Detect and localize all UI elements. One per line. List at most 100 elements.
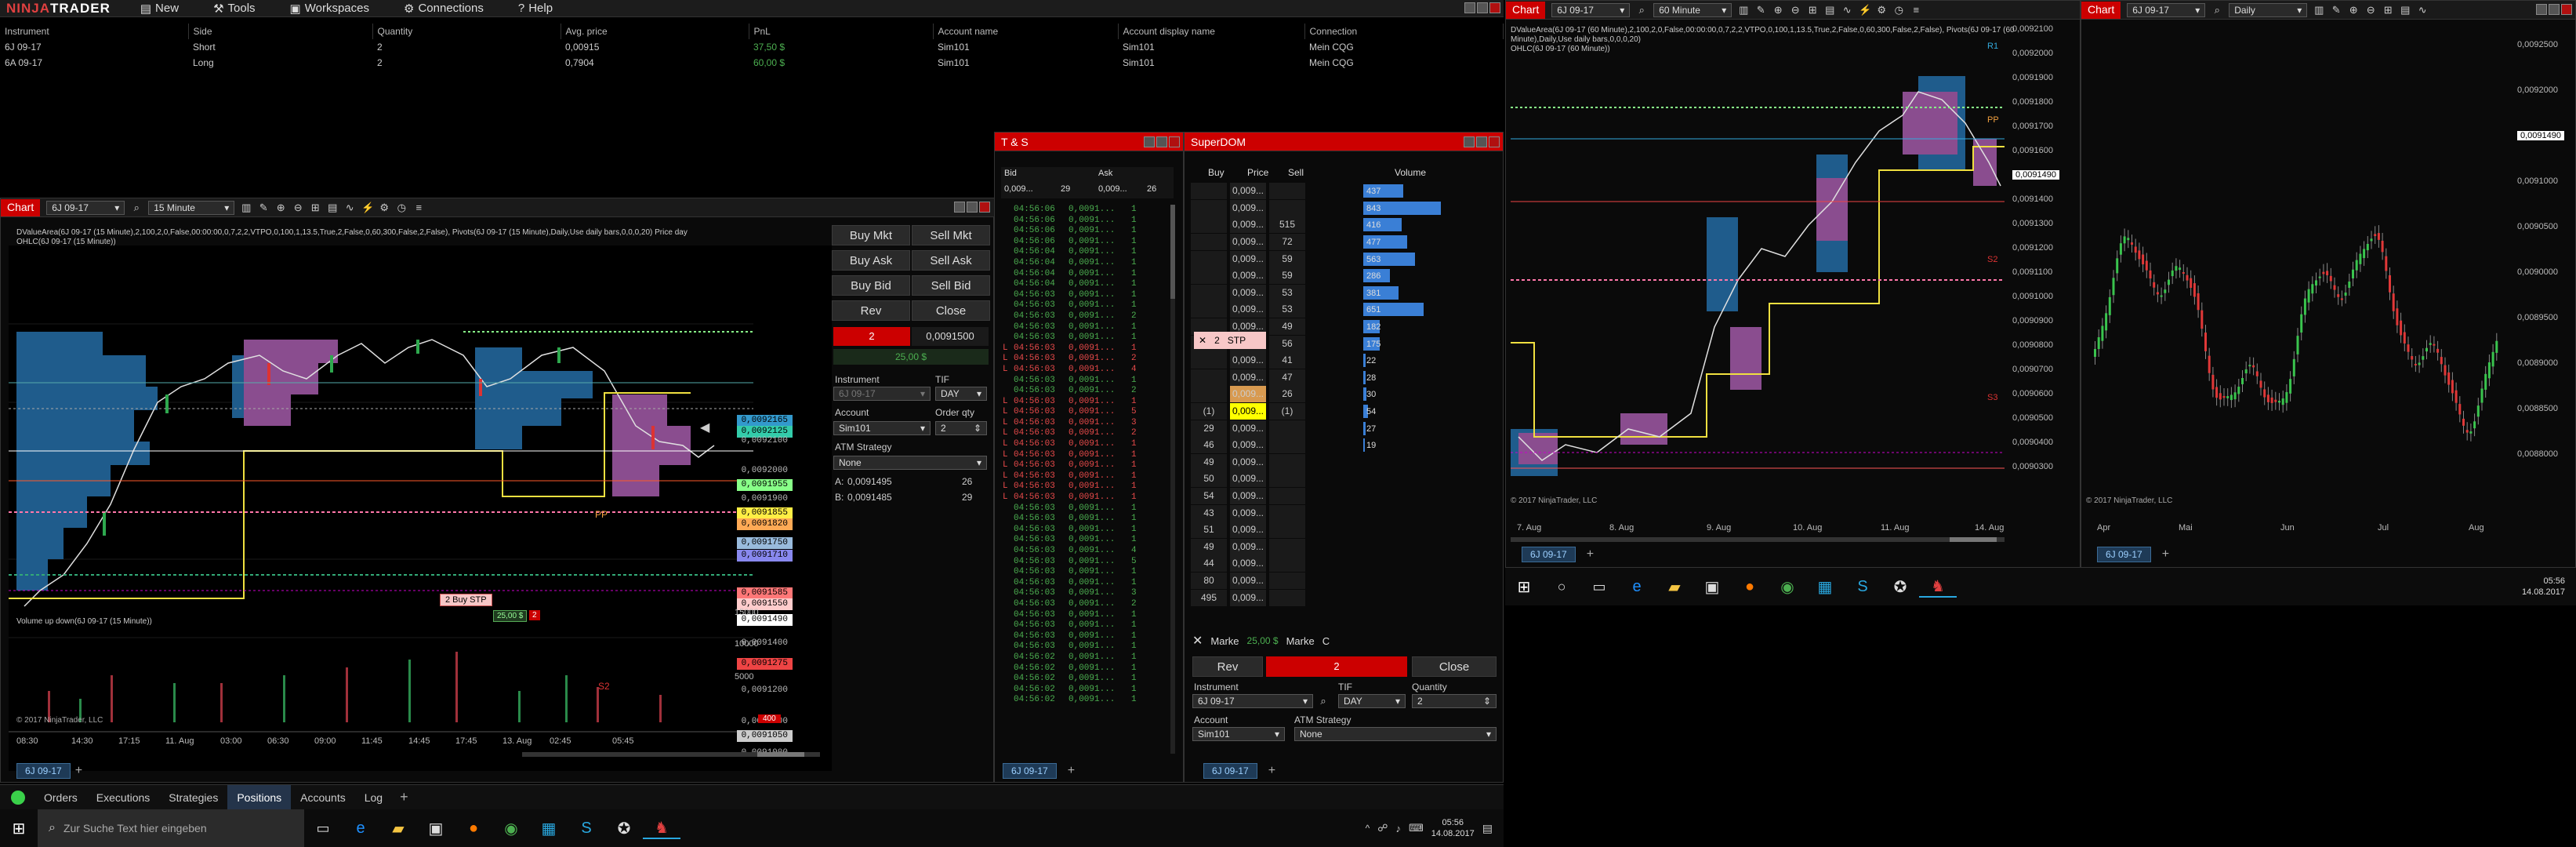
app-icon[interactable]: ✪ (1881, 577, 1919, 597)
horizontal-scrollbar[interactable] (1511, 537, 2005, 542)
data-box-icon[interactable]: ▤ (1824, 4, 1835, 16)
search-icon[interactable]: ○ (1543, 579, 1580, 595)
dom-row[interactable]: 29 0,009... 27 (1191, 420, 1497, 437)
menu-new[interactable]: ▤ New (123, 2, 196, 16)
remote-desktop-icon[interactable]: ▦ (1806, 577, 1844, 597)
bars-icon[interactable]: ▥ (241, 202, 252, 213)
add-tab-icon[interactable]: + (1068, 764, 1075, 778)
crosshair-icon[interactable]: ⊞ (2382, 4, 2393, 16)
sell-bid-button[interactable]: Sell Bid (912, 275, 990, 296)
bars-icon[interactable]: ▥ (1738, 4, 1749, 16)
tab-strategies[interactable]: Strategies (159, 785, 227, 809)
dom-row[interactable]: 51 0,009... (1191, 522, 1497, 539)
search-icon[interactable]: ⌕ (1318, 696, 1329, 707)
buy-bid-button[interactable]: Buy Bid (832, 275, 910, 296)
instrument-selector[interactable]: 6J 09-17 ▾ (46, 200, 125, 215)
indicators-icon[interactable]: ∿ (1841, 4, 1852, 16)
tif-select[interactable]: DAY ▾ (1338, 694, 1406, 708)
dom-row[interactable]: 49 0,009... (1191, 538, 1497, 555)
dom-row[interactable]: 0,009... 53 651 (1191, 301, 1497, 318)
strategies-icon[interactable]: ⚡ (361, 202, 374, 213)
clock[interactable]: 05:56 14.08.2017 (2522, 576, 2576, 598)
maximize-button[interactable] (1156, 136, 1167, 147)
add-tab-icon[interactable]: + (75, 764, 82, 778)
edge-icon[interactable]: e (1618, 578, 1656, 596)
maximize-button[interactable] (1476, 136, 1487, 147)
minimize-button[interactable] (1144, 136, 1155, 147)
instrument-selector[interactable]: 6J 09-17 ▾ (1551, 2, 1631, 17)
buy-market-button[interactable]: Buy Mkt (832, 225, 910, 245)
price-chart-canvas[interactable] (1511, 45, 2005, 515)
col-pnl[interactable]: PnL (749, 24, 934, 39)
close-position-button[interactable]: Close (1412, 656, 1497, 677)
draw-icon[interactable]: ✎ (2331, 4, 2342, 16)
store-icon[interactable]: ▣ (1693, 577, 1731, 597)
table-row[interactable]: 6A 09-17 Long 2 0,7904 60,00 $ Sim101 Sim101 M… (0, 55, 1504, 71)
tab-log[interactable]: Log (355, 785, 392, 809)
zoom-in-icon[interactable]: ⊕ (2348, 4, 2359, 16)
volume-icon[interactable]: ♪ (1395, 823, 1401, 834)
draw-icon[interactable]: ✎ (1755, 4, 1766, 16)
add-tab-icon[interactable]: + (400, 789, 408, 805)
atm-strategy-select[interactable]: None ▾ (833, 456, 987, 470)
data-box-icon[interactable]: ▤ (2400, 4, 2411, 16)
instrument-tab[interactable]: 6J 09-17 (2097, 547, 2151, 562)
instrument-select[interactable]: 6J 09-17 ▾ (833, 387, 931, 401)
cancel-order-icon[interactable]: ✕ (1199, 335, 1206, 346)
dom-row[interactable]: 0,009... 47 28 (1191, 369, 1497, 387)
dom-row[interactable]: 495 0,009... (1191, 589, 1497, 606)
col-account-display-name[interactable]: Account display name (1118, 24, 1305, 39)
dom-row[interactable]: 0,009... 843 (1191, 199, 1497, 217)
account-select[interactable]: Sim101 ▾ (833, 421, 931, 435)
app-icon[interactable]: ✪ (605, 819, 643, 838)
list-icon[interactable]: ≡ (413, 202, 424, 213)
dom-row[interactable]: 49 0,009... (1191, 453, 1497, 471)
remote-desktop-icon[interactable]: ▦ (530, 819, 568, 838)
zoom-out-icon[interactable]: ⊖ (2365, 4, 2376, 16)
chart-tab[interactable]: Chart (1, 198, 41, 216)
tab-executions[interactable]: Executions (87, 785, 159, 809)
crosshair-icon[interactable]: ⊞ (310, 202, 321, 213)
zoom-in-icon[interactable]: ⊕ (275, 202, 286, 213)
interval-selector[interactable]: 15 Minute ▾ (148, 200, 235, 215)
tray-chevron-icon[interactable]: ^ (1366, 823, 1370, 834)
zoom-out-icon[interactable]: ⊖ (292, 202, 303, 213)
ninjatrader-icon[interactable]: ♞ (643, 818, 680, 839)
chart-tab[interactable]: Chart (1506, 1, 1546, 19)
close-button[interactable] (1169, 136, 1180, 147)
task-view-icon[interactable]: ▭ (304, 820, 342, 837)
horizontal-scrollbar[interactable] (522, 752, 820, 757)
tab-accounts[interactable]: Accounts (291, 785, 355, 809)
search-icon[interactable]: ⌕ (1636, 4, 1647, 16)
tab-orders[interactable]: Orders (34, 785, 87, 809)
buy-ask-button[interactable]: Buy Ask (832, 250, 910, 271)
col-instrument[interactable]: Instrument (0, 24, 189, 39)
price-chart-canvas[interactable] (2086, 27, 2509, 506)
close-icon[interactable]: ✕ (1192, 633, 1203, 649)
minimize-button[interactable] (1464, 136, 1475, 147)
taskbar-search[interactable]: ⌕ Zur Suche Text hier eingeben (38, 809, 304, 847)
close-button[interactable] (979, 202, 990, 213)
menu-tools[interactable]: ⚒ Tools (196, 2, 272, 16)
add-tab-icon[interactable]: + (1268, 764, 1275, 778)
properties-icon[interactable]: ⚙ (1876, 4, 1887, 16)
menu-workspaces[interactable]: ▣ Workspaces (273, 2, 386, 16)
close-button[interactable] (2561, 4, 2572, 15)
dom-ladder[interactable]: 0,009... 437 0,009... 843 0,009... 515 416 0,00… (1191, 183, 1497, 606)
minimize-button[interactable] (1464, 2, 1475, 13)
atm-strategy-select[interactable]: None ▾ (1294, 727, 1497, 741)
list-icon[interactable]: ≡ (1910, 4, 1921, 16)
network-icon[interactable]: ☍ (1377, 822, 1388, 834)
language-icon[interactable]: ⌨ (1409, 822, 1424, 834)
col-avg-price[interactable]: Avg. price (561, 24, 749, 39)
col-connection[interactable]: Connection (1304, 24, 1504, 39)
draw-icon[interactable]: ✎ (258, 202, 269, 213)
dom-row[interactable]: 0,009... 437 (1191, 183, 1497, 200)
strategies-icon[interactable]: ⚡ (1859, 4, 1871, 16)
menu-help[interactable]: ? Help (501, 2, 570, 15)
col-account-name[interactable]: Account name (933, 24, 1119, 39)
search-icon[interactable]: ⌕ (2211, 4, 2222, 16)
col-side[interactable]: Side (188, 24, 373, 39)
quantity-stepper[interactable]: 2 ⇕ (1412, 694, 1497, 708)
dom-row[interactable]: 50 0,009... (1191, 471, 1497, 488)
